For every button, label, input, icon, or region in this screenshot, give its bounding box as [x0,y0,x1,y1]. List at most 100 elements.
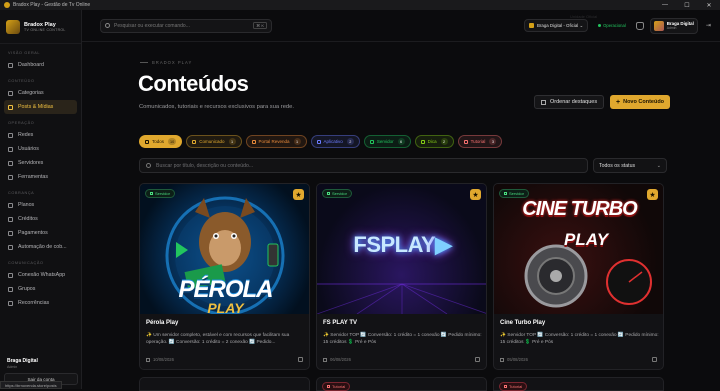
maximize-icon[interactable]: ☐ [676,2,698,9]
category-badge: Tutorial [499,382,527,391]
search-icon [146,163,151,168]
star-icon[interactable]: ★ [647,189,658,200]
category-badge: Servidor [499,189,529,198]
filter-chip-tutorial[interactable]: Tutorial3 [458,135,503,148]
calendar-icon [500,358,504,362]
card-description: ✨ Um servidor completo, estável e com re… [146,332,306,346]
card-description: ✨ Servidor TOP 🔄 Conversão: 1 crédito = … [500,332,660,346]
divider [140,62,148,63]
filter-count-badge: 2 [441,138,448,145]
card-thumb-subtext: PLAY [564,230,608,250]
sidebar-item-grupos[interactable]: Grupos [4,282,77,296]
sidebar-item-label: Categorias [18,90,44,96]
org-icon [529,23,534,28]
category-badge-label: Servidor [332,191,347,196]
sidebar-item-redes[interactable]: Redes [4,128,77,142]
command-search-input[interactable]: Pesquisar ou executar comando... ⌘ K [100,19,272,33]
star-icon[interactable]: ★ [470,189,481,200]
sidebar-item-dashboard[interactable]: Dashboard [4,58,77,72]
sidebar-item-servidores[interactable]: Servidores [4,156,77,170]
card-thumb-subtext: PLAY [140,300,309,314]
sidebar-section-title: CONTEÚDO [0,72,81,86]
filter-icon [252,140,256,144]
org-selector[interactable]: Braga Digital - Oficial ⌄ [524,19,588,32]
document-icon [8,105,13,110]
filter-icon [421,140,425,144]
filter-chip-label: Tutorial [471,139,486,144]
chevron-down-icon: ⌄ [657,163,661,169]
close-icon[interactable]: ✕ [698,2,720,9]
category-badge: Servidor [145,189,175,198]
filter-chip-aplicativo[interactable]: Aplicativo2 [311,135,360,148]
minimize-icon[interactable]: — [654,2,676,9]
new-content-button[interactable]: +Novo Conteúdo [610,95,670,109]
server-icon [327,192,330,195]
automation-icon [8,245,13,250]
sidebar-item-ferramentas[interactable]: Ferramentas [4,170,77,184]
card-date-label: 10/08/2026 [153,357,174,362]
content-search-placeholder: Buscar por título, descrição ou conteúdo… [156,163,253,169]
account-menu[interactable]: Braga Digital Admin [650,18,698,34]
filter-count-badge: 3 [489,138,496,145]
shortcut-badge: ⌘ K [253,22,267,29]
filter-chip-label: Comunicado [199,139,224,144]
chevron-down-icon: ⌄ [578,23,583,29]
sidebar-item-categorias[interactable]: Categorias [4,86,77,100]
groups-icon [8,287,13,292]
category-badge-label: Servidor [509,191,524,196]
category-badge: Tutorial [322,382,350,391]
users-icon [8,147,13,152]
calendar-icon [323,358,327,362]
calendar-icon [146,358,150,362]
filter-count-badge: 6 [398,138,405,145]
sidebar-item-recorrencias[interactable]: Recorrências [4,296,77,310]
copy-icon[interactable] [298,357,303,362]
content-card[interactable]: PÉROLA PLAY Servidor ★ Pérola Play ✨ Um … [139,183,310,370]
brand-tagline: TV ONLINE CONTROL [24,28,66,32]
card-thumb-text: FSPLAY▶ [317,232,486,258]
sidebar-item-creditos[interactable]: Créditos [4,212,77,226]
sidebar-item-label: Redes [18,132,33,138]
sidebar-item-label: Posts & Mídias [18,104,53,110]
order-highlights-button[interactable]: Ordenar destaques [534,95,604,109]
filter-chip-servidor[interactable]: Servidor 6 [364,135,411,148]
sidebar-item-automacao[interactable]: Automação de cob... [4,240,77,254]
filter-chip-portal-revenda[interactable]: Portal Revenda1 [246,135,307,148]
card-title: FS PLAY TV [323,320,357,326]
search-icon [105,23,110,28]
content-card[interactable]: FSPLAY▶ Servidor ★ FS PLAY TV ✨ Servidor… [316,183,487,370]
content-card[interactable]: CINE TURBO PLAY Servidor ★ Cine Turbo Pl… [493,183,664,370]
status-select[interactable]: Todos os status ⌄ [593,158,667,173]
sidebar-item-usuarios[interactable]: Usuários [4,142,77,156]
command-search-placeholder: Pesquisar ou executar comando... [114,23,190,29]
filter-chip-label: Aplicativo [324,139,343,144]
sidebar-user-role: Admin [4,364,78,373]
brand[interactable]: Bradox Play TV ONLINE CONTROL [0,10,81,44]
sidebar-item-posts[interactable]: Posts & Mídias [4,100,77,114]
status-label: Operacional [603,23,626,28]
bell-icon[interactable] [636,22,644,30]
network-icon [8,133,13,138]
filter-chip-comunicado[interactable]: Comunicado 1 [186,135,241,148]
sidebar-item-whatsapp[interactable]: Conexão WhatsApp [4,268,77,282]
logout-icon[interactable]: ⇥ [706,22,711,29]
copy-icon[interactable] [475,357,480,362]
filter-chip-label: Servidor [377,139,394,144]
filter-chip-todos[interactable]: Todos10 [139,135,182,148]
sidebar-item-planos[interactable]: Planos [4,198,77,212]
category-badge-label: Tutorial [509,384,522,389]
category-badge-label: Servidor [155,191,170,196]
card-thumbnail: CINE TURBO PLAY [494,184,663,314]
filter-count-badge: 1 [229,138,236,145]
content-search-input[interactable]: Buscar por título, descrição ou conteúdo… [139,158,588,173]
topbar: Pesquisar ou executar comando... ⌘ K Bra… [82,10,720,42]
filter-icon [192,140,196,144]
sidebar: Bradox Play TV ONLINE CONTROL VISÃO GERA… [0,10,82,389]
filter-chip-dica[interactable]: Dica2 [415,135,454,148]
copy-icon[interactable] [652,357,657,362]
filter-icon [464,140,468,144]
status-badge: Operacional [594,20,630,31]
star-icon[interactable]: ★ [293,189,304,200]
account-role: Admin [667,26,694,30]
sidebar-item-pagamentos[interactable]: Pagamentos [4,226,77,240]
